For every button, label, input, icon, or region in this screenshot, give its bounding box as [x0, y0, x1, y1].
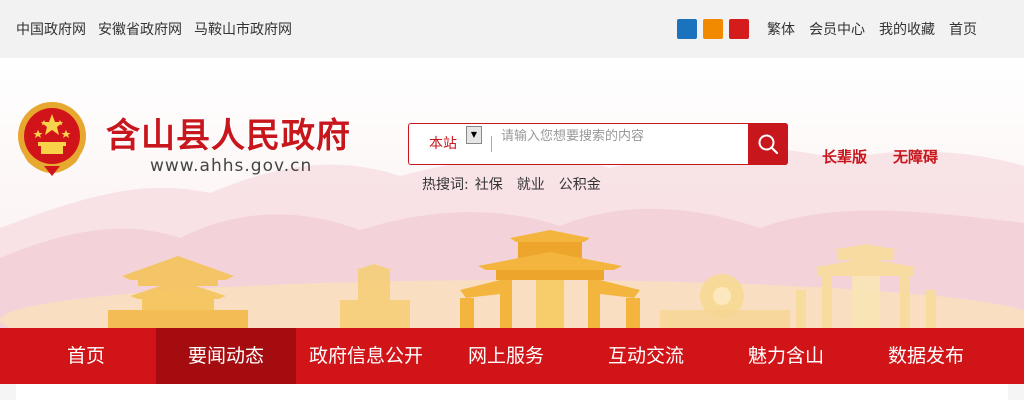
nav-home[interactable]: 首页 [16, 328, 156, 384]
link-maanshan-gov[interactable]: 马鞍山市政府网 [194, 19, 292, 39]
search-divider [491, 136, 492, 152]
content-panel [16, 384, 1008, 400]
nav-data-release[interactable]: 数据发布 [856, 328, 996, 384]
nav-charm-hanshan[interactable]: 魅力含山 [716, 328, 856, 384]
member-center-link[interactable]: 会员中心 [809, 19, 865, 39]
utility-links: 繁体 会员中心 我的收藏 首页 [767, 19, 977, 39]
share-icons [677, 19, 749, 39]
main-nav: 首页 要闻动态 政府信息公开 网上服务 互动交流 魅力含山 数据发布 [0, 328, 1024, 384]
nav-news[interactable]: 要闻动态 [156, 328, 296, 384]
site-url: www.ahhs.gov.cn [150, 156, 313, 176]
nav-online-services[interactable]: 网上服务 [436, 328, 576, 384]
site-header: 含山县人民政府 www.ahhs.gov.cn 本站 ▼ 热搜词: 社保 就业 … [0, 58, 1024, 328]
top-bar: 中国政府网 安徽省政府网 马鞍山市政府网 繁体 会员中心 我的收藏 首页 [0, 0, 1024, 58]
hot-search-words: 热搜词: 社保 就业 公积金 [422, 174, 601, 194]
link-anhui-gov[interactable]: 安徽省政府网 [98, 19, 182, 39]
search-box: 本站 ▼ [408, 123, 788, 165]
link-central-gov[interactable]: 中国政府网 [16, 19, 86, 39]
national-emblem-icon [18, 102, 86, 176]
search-input[interactable] [501, 127, 741, 145]
hot-word-employment[interactable]: 就业 [517, 174, 545, 194]
site-title: 含山县人民政府 [106, 116, 351, 156]
rss-share-icon[interactable] [703, 19, 723, 39]
external-links: 中国政府网 安徽省政府网 马鞍山市政府网 [16, 19, 292, 39]
nav-gov-info-disclosure[interactable]: 政府信息公开 [296, 328, 436, 384]
traditional-chinese-link[interactable]: 繁体 [767, 19, 795, 39]
elder-mode-link[interactable]: 长辈版 [822, 146, 867, 167]
content-area [0, 384, 1024, 400]
dropdown-arrow-icon[interactable]: ▼ [466, 126, 482, 144]
my-favorites-link[interactable]: 我的收藏 [879, 19, 935, 39]
hot-word-housing-fund[interactable]: 公积金 [559, 174, 601, 194]
hot-search-label: 热搜词: [422, 177, 469, 193]
home-link[interactable]: 首页 [949, 19, 977, 39]
accessibility-links: 长辈版 无障碍 [822, 146, 938, 167]
wechat-share-icon[interactable] [729, 19, 749, 39]
search-scope-select[interactable]: 本站 [429, 133, 457, 153]
hot-word-social-security[interactable]: 社保 [475, 174, 503, 194]
accessibility-link[interactable]: 无障碍 [893, 146, 938, 167]
nav-interaction[interactable]: 互动交流 [576, 328, 716, 384]
search-icon [758, 134, 779, 155]
weibo-share-icon[interactable] [677, 19, 697, 39]
search-button[interactable] [748, 123, 788, 165]
